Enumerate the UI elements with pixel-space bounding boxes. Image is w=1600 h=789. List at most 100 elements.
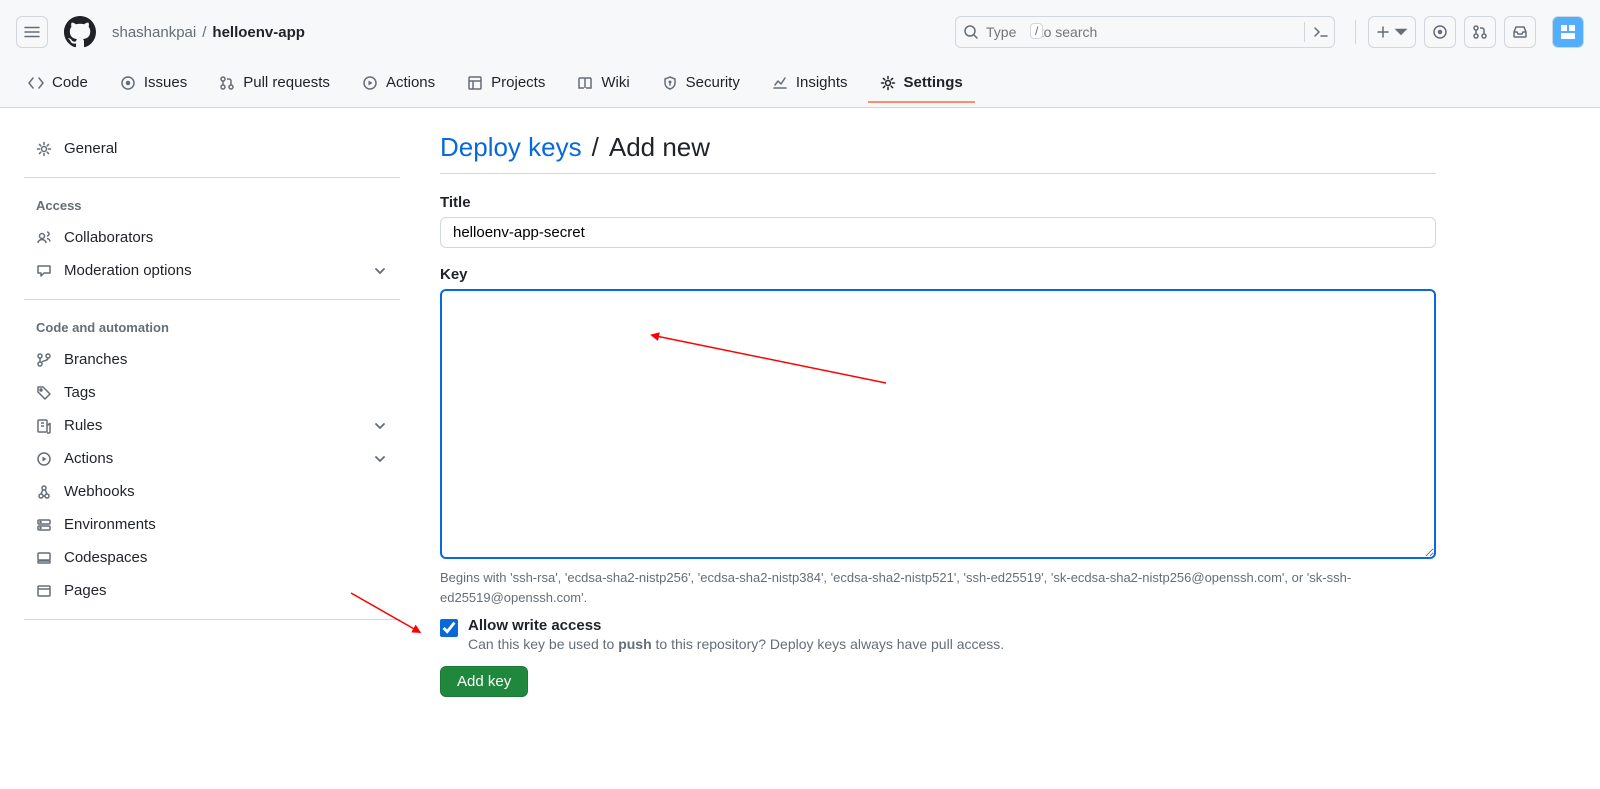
page-title-tail: Add new [609,132,710,163]
nav-label: Security [686,74,740,91]
git-pull-request-icon [1472,24,1488,40]
nav-code[interactable]: Code [16,64,100,103]
nav-projects[interactable]: Projects [455,64,557,103]
desc-post: to this repository? Deploy keys always h… [652,636,1005,652]
chevron-down-icon [372,451,388,467]
sidebar-item-label: Rules [64,417,102,434]
sidebar-item-label: Collaborators [64,229,153,246]
sidebar-item-label: Environments [64,516,156,533]
divider [24,177,400,178]
title-input[interactable] [440,217,1436,248]
breadcrumb-repo[interactable]: helloenv-app [212,24,305,41]
nav-actions[interactable]: Actions [350,64,447,103]
plus-icon [1375,24,1391,40]
sidebar-heading-access: Access [24,190,400,221]
user-avatar[interactable] [1552,16,1584,48]
server-icon [36,517,52,533]
sidebar-branches[interactable]: Branches [24,343,400,376]
nav-pull-requests[interactable]: Pull requests [207,64,342,103]
nav-settings[interactable]: Settings [868,64,975,103]
avatar-icon [1558,22,1578,42]
search-slash-kbd: / [1030,23,1043,39]
inbox-button[interactable] [1504,16,1536,48]
graph-icon [772,75,788,91]
sidebar-webhooks[interactable]: Webhooks [24,475,400,508]
key-hint-text: Begins with 'ssh-rsa', 'ecdsa-sha2-nistp… [440,568,1436,607]
nav-security[interactable]: Security [650,64,752,103]
nav-label: Settings [904,74,963,91]
allow-write-checkbox[interactable] [440,619,458,637]
shield-icon [662,75,678,91]
global-search[interactable]: / [955,16,1335,48]
pull-requests-button[interactable] [1464,16,1496,48]
breadcrumb-owner[interactable]: shashankpai [112,24,196,41]
sidebar-item-label: Webhooks [64,483,135,500]
page-title-sep: / [592,132,599,163]
create-new-button[interactable] [1368,16,1416,48]
key-textarea[interactable] [440,289,1436,559]
page-title: Deploy keys / Add new [440,132,1436,174]
git-pull-request-icon [219,75,235,91]
hamburger-button[interactable] [16,16,48,48]
comment-icon [36,263,52,279]
page-title-link[interactable]: Deploy keys [440,132,582,163]
allow-write-label: Allow write access [468,617,1004,634]
nav-wiki[interactable]: Wiki [565,64,641,103]
gear-icon [880,75,896,91]
chevron-down-icon [372,263,388,279]
top-actions [1351,16,1584,48]
sidebar-moderation[interactable]: Moderation options [24,254,400,287]
search-icon [963,24,979,43]
issues-button[interactable] [1424,16,1456,48]
dot-circle-icon [1432,24,1448,40]
sidebar-actions[interactable]: Actions [24,442,400,475]
search-input[interactable] [955,16,1335,48]
sidebar-tags[interactable]: Tags [24,376,400,409]
nav-label: Code [52,74,88,91]
command-palette-icon[interactable] [1304,22,1329,42]
main-layout: General Access Collaborators Moderation … [0,108,1600,737]
sidebar-item-label: Branches [64,351,127,368]
gear-icon [36,141,52,157]
nav-label: Wiki [601,74,629,91]
sidebar-general[interactable]: General [24,132,400,165]
nav-label: Pull requests [243,74,330,91]
project-icon [467,75,483,91]
settings-sidebar: General Access Collaborators Moderation … [0,108,416,737]
nav-insights[interactable]: Insights [760,64,860,103]
breadcrumb: shashankpai / helloenv-app [112,24,305,41]
rules-icon [36,418,52,434]
desc-bold: push [618,636,651,652]
top-header: shashankpai / helloenv-app / [0,0,1600,60]
issue-icon [120,75,136,91]
allow-write-description: Can this key be used to push to this rep… [468,636,1004,652]
nav-issues[interactable]: Issues [108,64,199,103]
divider [1355,20,1356,44]
github-logo[interactable] [64,16,96,48]
sidebar-pages[interactable]: Pages [24,574,400,607]
caret-down-icon [1393,24,1409,40]
add-key-button[interactable]: Add key [440,666,528,697]
content: Deploy keys / Add new Title Key Begins w… [416,108,1476,737]
sidebar-collaborators[interactable]: Collaborators [24,221,400,254]
desc-pre: Can this key be used to [468,636,618,652]
chevron-down-icon [372,418,388,434]
code-icon [28,75,44,91]
sidebar-item-label: Tags [64,384,96,401]
sidebar-rules[interactable]: Rules [24,409,400,442]
title-label: Title [440,194,1436,211]
branch-icon [36,352,52,368]
sidebar-item-label: Moderation options [64,262,192,279]
sidebar-environments[interactable]: Environments [24,508,400,541]
book-icon [577,75,593,91]
nav-label: Insights [796,74,848,91]
browser-icon [36,583,52,599]
people-icon [36,230,52,246]
divider [24,299,400,300]
sidebar-item-label: General [64,140,117,157]
nav-label: Actions [386,74,435,91]
nav-label: Projects [491,74,545,91]
play-circle-icon [362,75,378,91]
github-mark-icon [64,16,96,48]
sidebar-codespaces[interactable]: Codespaces [24,541,400,574]
